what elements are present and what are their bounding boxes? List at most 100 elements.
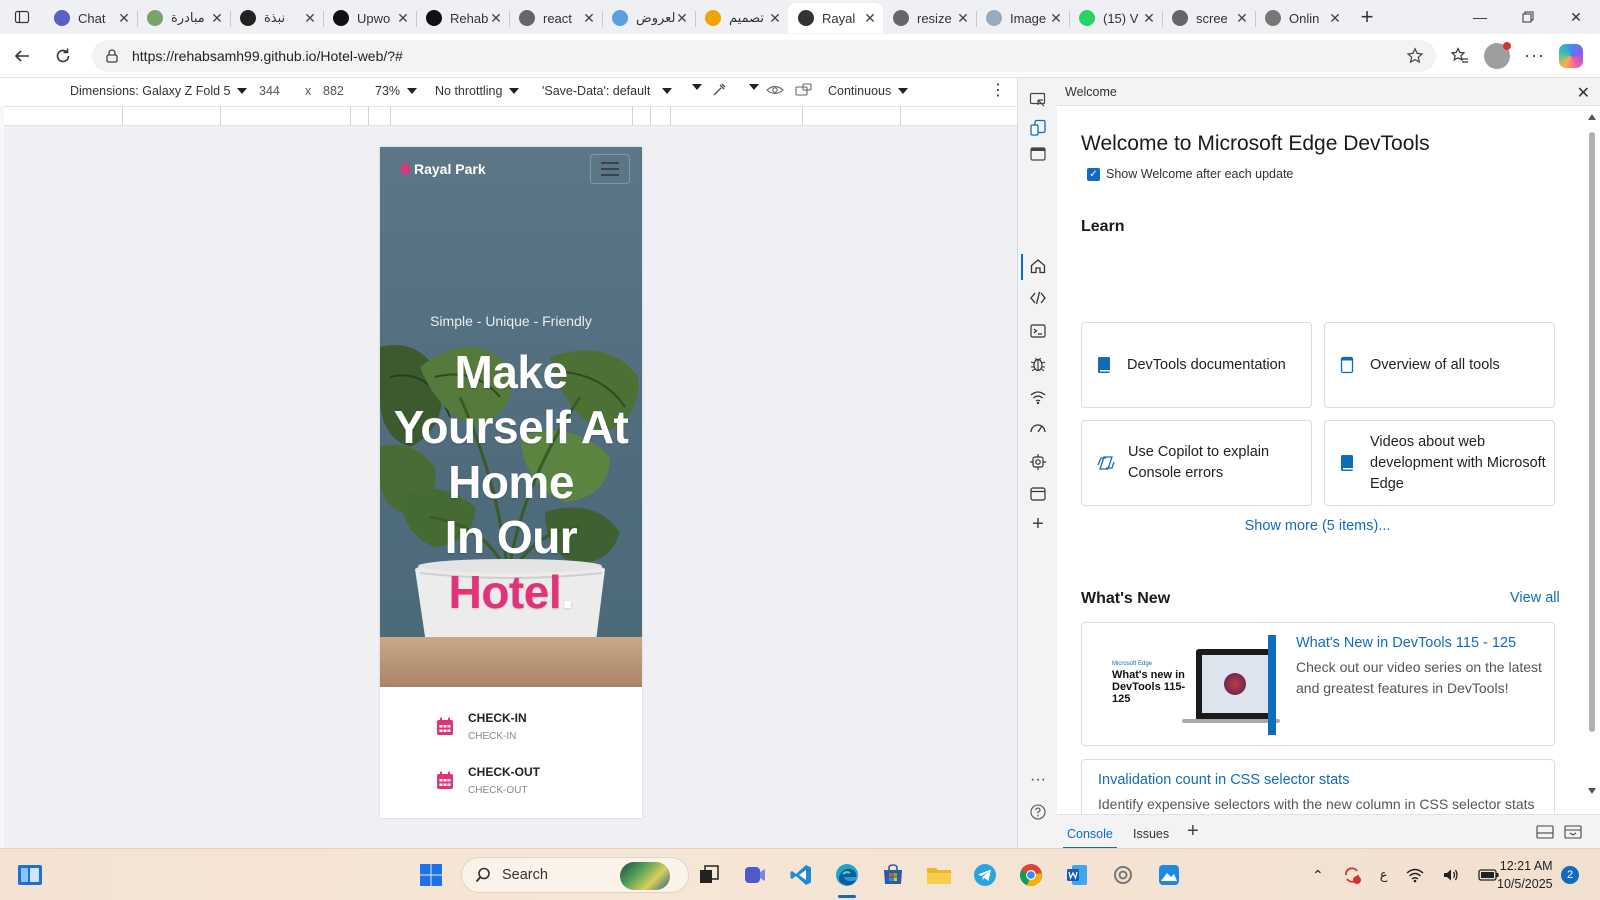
close-drawer-icon[interactable] (1564, 824, 1582, 840)
devtools-docs-card[interactable]: DevTools documentation (1081, 322, 1312, 408)
close-tab-icon[interactable]: ✕ (1049, 10, 1063, 27)
start-windows-icon[interactable] (416, 860, 446, 890)
welcome-home-icon[interactable] (1028, 256, 1048, 276)
width-input[interactable]: 344 (259, 84, 280, 98)
wifi-icon[interactable] (1406, 867, 1424, 883)
scrollbar-thumb[interactable] (1589, 132, 1595, 732)
add-drawer-tab-icon[interactable]: + (1187, 820, 1199, 843)
news-title[interactable]: Invalidation count in CSS selector stats (1098, 772, 1538, 788)
close-tab-icon[interactable]: ✕ (675, 10, 689, 27)
tools-dropdown[interactable] (742, 84, 759, 90)
more-tools-plus-icon[interactable]: + (1028, 513, 1048, 535)
close-tab-icon[interactable]: ✕ (863, 10, 877, 27)
new-tab-button[interactable]: + (1350, 2, 1384, 32)
task-view-icon[interactable] (694, 860, 724, 890)
browser-tab[interactable]: Image ✕ (976, 3, 1069, 33)
telegram-icon[interactable] (970, 860, 1000, 890)
word-icon[interactable] (1062, 860, 1092, 890)
chevron-up-icon[interactable]: ⌃ (1312, 867, 1324, 884)
elements-icon[interactable] (1028, 288, 1048, 308)
close-devtools-icon[interactable]: ✕ (1577, 83, 1590, 103)
close-tab-icon[interactable]: ✕ (1142, 10, 1156, 27)
favorites-icon[interactable] (1450, 46, 1470, 66)
more-options-icon[interactable]: ··· (1028, 770, 1048, 790)
close-window-button[interactable]: ✕ (1552, 0, 1600, 34)
vscode-icon[interactable] (786, 860, 816, 890)
close-tab-icon[interactable]: ✕ (303, 10, 317, 27)
browser-tab[interactable]: نبذة ✕ (230, 3, 323, 33)
window-icon[interactable] (1028, 144, 1048, 164)
site-logo[interactable]: Rayal Park (398, 161, 486, 177)
microsoft-store-icon[interactable] (878, 860, 908, 890)
browser-tab[interactable]: (15) V ✕ (1069, 3, 1162, 33)
close-tab-icon[interactable]: ✕ (1328, 10, 1342, 27)
close-tab-icon[interactable]: ✕ (210, 10, 224, 27)
notification-badge[interactable]: 2 (1561, 866, 1579, 884)
widgets-icon[interactable] (15, 860, 45, 890)
file-explorer-icon[interactable] (924, 860, 954, 890)
browser-tab[interactable]: Upwo ✕ (323, 3, 416, 33)
site-info-icon[interactable] (104, 48, 120, 64)
eyedropper-icon[interactable] (711, 82, 727, 98)
overview-tools-card[interactable]: Overview of all tools (1324, 322, 1555, 408)
eye-icon[interactable] (766, 82, 784, 98)
browser-tab[interactable]: مبادرة ✕ (137, 3, 230, 33)
volume-icon[interactable] (1442, 867, 1460, 883)
close-tab-icon[interactable]: ✕ (117, 10, 131, 27)
copilot-icon[interactable] (1558, 43, 1583, 68)
sync-status-icon[interactable] (1342, 865, 1362, 885)
close-tab-icon[interactable]: ✕ (489, 10, 503, 27)
show-more-link[interactable]: Show more (5 items)... (1081, 518, 1554, 534)
teams-meet-icon[interactable] (740, 860, 770, 890)
news-card[interactable]: Microsoft Edge What's new in DevTools 11… (1081, 622, 1555, 746)
browser-tab[interactable]: Chat ✕ (44, 3, 137, 33)
browser-tab[interactable]: العروض ✕ (602, 3, 695, 33)
language-indicator[interactable]: ع (1380, 867, 1388, 883)
chrome-icon[interactable] (1016, 860, 1046, 890)
back-button[interactable] (3, 39, 41, 73)
browser-tab[interactable]: Rayal ✕ (788, 3, 883, 33)
console-tab[interactable]: Console (1063, 827, 1117, 849)
zoom-dropdown[interactable]: 73% (375, 84, 418, 98)
close-tab-icon[interactable]: ✕ (956, 10, 970, 27)
scroll-up-icon[interactable] (1588, 114, 1596, 120)
tab-actions-button[interactable] (0, 0, 44, 34)
check-in-field[interactable]: CHECK-IN CHECK-IN (436, 711, 527, 742)
browser-tab[interactable]: resize ✕ (883, 3, 976, 33)
welcome-tab[interactable]: Welcome (1065, 85, 1117, 99)
profile-avatar[interactable] (1484, 41, 1511, 69)
settings-more-icon[interactable]: ··· (1524, 45, 1545, 66)
continuous-dropdown[interactable]: Continuous (828, 84, 909, 98)
memory-chip-icon[interactable] (1028, 452, 1048, 472)
device-toolbar-more-icon[interactable]: ⋮ (990, 80, 1006, 100)
view-all-link[interactable]: View all (1510, 590, 1560, 606)
close-tab-icon[interactable]: ✕ (396, 10, 410, 27)
network-wifi-icon[interactable] (1028, 387, 1048, 407)
inspect-icon[interactable] (1028, 90, 1048, 110)
check-out-field[interactable]: CHECK-OUT CHECK-OUT (436, 765, 540, 796)
device-emulation-icon[interactable] (1028, 118, 1048, 138)
edge-browser-icon[interactable] (832, 860, 862, 890)
favorite-star-icon[interactable] (1406, 46, 1424, 65)
restore-button[interactable] (1504, 0, 1552, 34)
sources-bug-icon[interactable] (1028, 354, 1048, 374)
help-icon[interactable] (1028, 802, 1048, 822)
videos-card[interactable]: Videos about web development with Micros… (1324, 420, 1555, 506)
height-input[interactable]: 882 (323, 84, 344, 98)
close-tab-icon[interactable]: ✕ (1235, 10, 1249, 27)
scroll-down-icon[interactable] (1588, 788, 1596, 794)
close-tab-icon[interactable]: ✕ (582, 10, 596, 27)
reload-button[interactable] (44, 39, 82, 73)
browser-tab[interactable]: Rehab ✕ (416, 3, 509, 33)
close-tab-icon[interactable]: ✕ (768, 10, 782, 27)
issues-tab[interactable]: Issues (1133, 827, 1169, 841)
hamburger-menu-button[interactable] (590, 154, 630, 184)
clock[interactable]: 12:21 AM 10/5/2025 (1497, 857, 1553, 893)
more-options-dropdown[interactable] (685, 84, 702, 90)
application-icon[interactable] (1028, 484, 1048, 504)
news-title[interactable]: What's New in DevTools 115 - 125 (1296, 635, 1546, 651)
browser-tab[interactable]: react ✕ (509, 3, 602, 33)
url-text[interactable]: https://rehabsamh99.github.io/Hotel-web/… (132, 48, 1406, 64)
dimensions-dropdown[interactable]: Dimensions: Galaxy Z Fold 5 (70, 84, 248, 98)
photos-app-icon[interactable] (1154, 860, 1184, 890)
